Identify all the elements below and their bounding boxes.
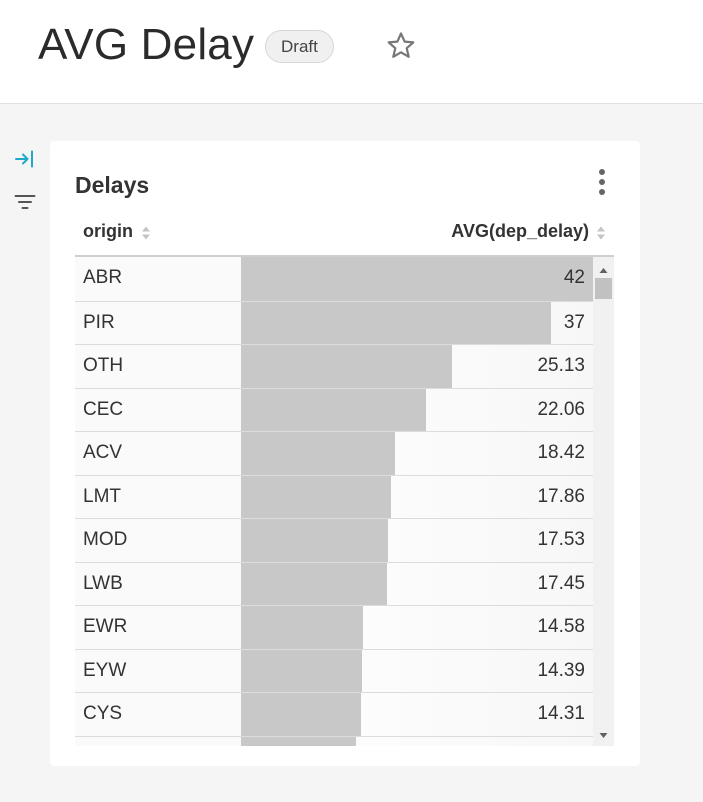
avg-dep-delay-cell: 17.53 — [241, 519, 593, 562]
avg-dep-delay-cell: 22.06 — [241, 388, 593, 431]
table-row: EWR 14.58 — [75, 605, 593, 649]
scroll-thumb[interactable] — [595, 278, 612, 299]
value-bar — [241, 606, 364, 649]
avg-dep-delay-cell: 14.39 — [241, 649, 593, 692]
avg-dep-delay-cell: 37 — [241, 301, 593, 344]
sort-icon[interactable] — [141, 225, 151, 241]
column-header-origin[interactable]: origin — [83, 221, 133, 242]
value-bar — [241, 649, 362, 692]
table-row: ACK 13.7 — [75, 735, 593, 747]
star-icon[interactable] — [385, 30, 417, 62]
origin-cell: EWR — [75, 606, 241, 649]
origin-cell: PIR — [75, 301, 241, 344]
value-label: 37 — [563, 311, 585, 333]
scroll-up-icon[interactable] — [593, 265, 614, 275]
table-row: OTH 25.13 — [75, 344, 593, 388]
value-bar — [241, 345, 452, 388]
value-label: 25.13 — [537, 355, 585, 376]
value-label: 13.7 — [548, 737, 585, 747]
dashboard-header: AVG Delay Draft — [0, 0, 703, 104]
chart-title: Delays — [75, 172, 150, 198]
origin-cell: LMT — [75, 475, 241, 518]
origin-cell: ACV — [75, 432, 241, 475]
value-label: 18.42 — [537, 442, 585, 463]
dashboard-title[interactable]: AVG Delay — [38, 20, 254, 70]
column-header-avg-dep-delay[interactable]: AVG(dep_delay) — [451, 221, 589, 242]
table-body: ABR 42 PIR 37 OTH 25.13 CEC 22.06 ACV 18.42 LMT 17.… — [75, 257, 593, 746]
table-row: LWB 17.45 — [75, 561, 593, 605]
avg-dep-delay-cell: 42 — [241, 257, 593, 301]
origin-cell: OTH — [75, 345, 241, 388]
expand-right-icon[interactable] — [14, 149, 36, 169]
chart-card: Delays origin AVG(dep_delay) ABR 42 PIR 37 O… — [50, 141, 640, 766]
value-bar — [241, 693, 361, 736]
scroll-down-icon[interactable] — [593, 731, 614, 741]
origin-cell: ABR — [75, 257, 241, 301]
table-row: CEC 22.06 — [75, 387, 593, 431]
avg-dep-delay-cell: 13.7 — [241, 736, 593, 747]
value-label: 17.86 — [537, 485, 585, 507]
value-bar — [241, 257, 593, 301]
sort-icon[interactable] — [596, 225, 606, 241]
value-bar — [241, 432, 396, 475]
origin-cell: CEC — [75, 388, 241, 431]
value-bar — [241, 388, 426, 431]
origin-cell: ACK — [75, 736, 241, 746]
table-row: EYW 14.39 — [75, 648, 593, 692]
avg-dep-delay-cell: 14.31 — [241, 693, 593, 736]
vertical-dots-icon[interactable] — [595, 169, 609, 199]
value-bar — [241, 736, 356, 746]
avg-dep-delay-cell: 17.45 — [241, 562, 593, 605]
table-row: MOD 17.53 — [75, 518, 593, 562]
value-label: 42 — [563, 267, 585, 288]
avg-dep-delay-cell: 18.42 — [241, 432, 593, 475]
value-bar — [241, 475, 391, 518]
table-row: ABR 42 — [75, 257, 593, 301]
value-bar — [241, 301, 552, 344]
origin-cell: LWB — [75, 562, 241, 605]
table-row: ACV 18.42 — [75, 431, 593, 475]
value-label: 14.39 — [537, 659, 585, 681]
value-label: 14.31 — [537, 703, 585, 724]
status-badge: Draft — [265, 30, 334, 63]
origin-cell: MOD — [75, 519, 241, 562]
scrollbar[interactable] — [593, 257, 614, 746]
value-bar — [241, 562, 388, 605]
origin-cell: EYW — [75, 649, 241, 692]
table-row: CYS 14.31 — [75, 692, 593, 736]
value-label: 17.45 — [537, 572, 585, 594]
value-label: 17.53 — [537, 529, 585, 550]
value-label: 22.06 — [537, 398, 585, 420]
value-label: 14.58 — [537, 616, 585, 637]
table-row: PIR 37 — [75, 300, 593, 344]
table-row: LMT 17.86 — [75, 474, 593, 518]
avg-dep-delay-cell: 14.58 — [241, 606, 593, 649]
avg-dep-delay-cell: 25.13 — [241, 345, 593, 388]
filter-icon[interactable] — [14, 192, 36, 212]
origin-cell: CYS — [75, 693, 241, 736]
avg-dep-delay-cell: 17.86 — [241, 475, 593, 518]
value-bar — [241, 519, 388, 562]
